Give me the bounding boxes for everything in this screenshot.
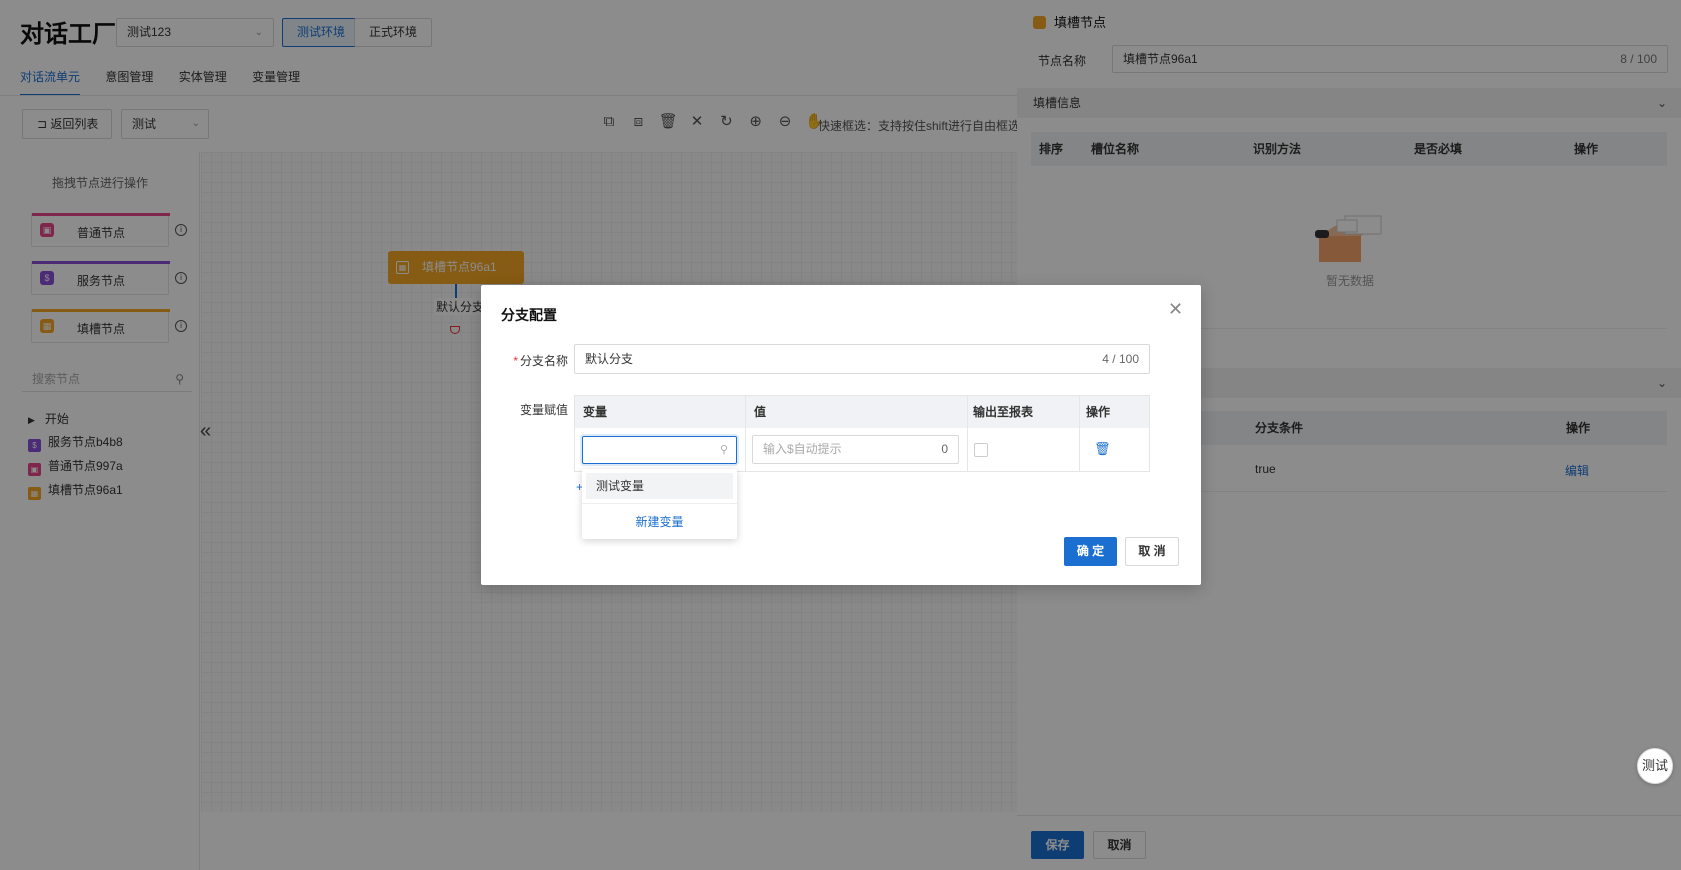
- col-divider: [967, 396, 968, 471]
- dropdown-divider: [582, 503, 737, 504]
- modal-cancel-button[interactable]: 取 消: [1125, 537, 1179, 566]
- col-divider: [745, 396, 746, 471]
- required-mark: *: [513, 354, 518, 368]
- branch-name-label: * 分支名称: [500, 352, 568, 369]
- output-report-checkbox[interactable]: [974, 443, 988, 457]
- modal-title: 分支配置: [501, 307, 557, 323]
- create-variable-link[interactable]: 新建变量: [582, 513, 737, 530]
- col-output-report: 输出至报表: [973, 405, 1034, 419]
- branch-name-value: 默认分支: [585, 352, 634, 366]
- search-icon: ⚲: [719, 444, 728, 456]
- var-table-header: 变量 值 输出至报表 操作: [575, 396, 1149, 428]
- var-assign-label: 变量赋值: [519, 403, 568, 417]
- value-placeholder: 输入$自动提示: [763, 442, 842, 456]
- col-value: 值: [754, 405, 767, 419]
- branch-name-label-text: 分支名称: [519, 354, 568, 368]
- variable-dropdown: 测试变量 新建变量: [582, 469, 737, 539]
- dropdown-option[interactable]: 测试变量: [586, 473, 733, 499]
- char-count: 4 / 100: [1102, 352, 1139, 366]
- col-operation: 操作: [1086, 405, 1111, 419]
- close-icon[interactable]: ✕: [1168, 299, 1183, 320]
- variable-search-input[interactable]: ⚲: [582, 436, 737, 464]
- modal-ok-button[interactable]: 确 定: [1064, 537, 1117, 566]
- value-input[interactable]: 输入$自动提示 0: [752, 435, 959, 464]
- char-count: 0: [941, 442, 948, 456]
- test-fab-button[interactable]: 测试: [1637, 748, 1673, 784]
- trash-icon[interactable]: 🗑: [1094, 441, 1111, 457]
- col-variable: 变量: [583, 405, 608, 419]
- col-divider: [1079, 396, 1080, 471]
- branch-name-input[interactable]: 默认分支 4 / 100: [574, 344, 1150, 374]
